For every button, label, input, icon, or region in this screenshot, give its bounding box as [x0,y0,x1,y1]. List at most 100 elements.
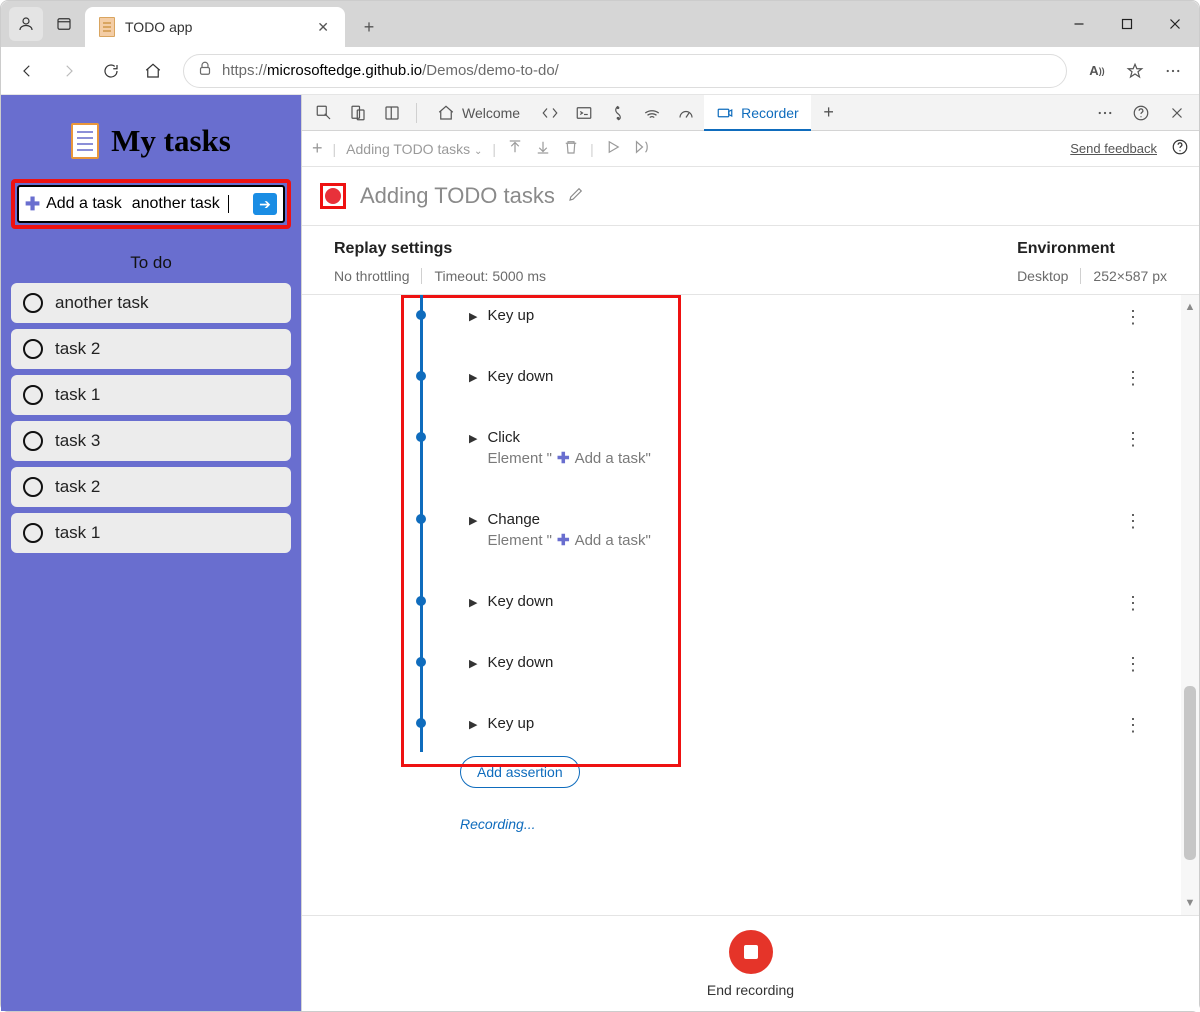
step-item[interactable]: ▶ Key down ⋮ [423,368,1181,429]
more-tabs-button[interactable]: + [813,99,845,127]
add-assertion-button[interactable]: Add assertion [460,756,580,788]
step-menu-icon[interactable]: ⋮ [1124,654,1143,675]
settings-menu-icon[interactable] [1155,53,1191,89]
checkbox-icon[interactable] [23,477,43,497]
devtools-close-button[interactable] [1161,99,1193,127]
new-tab-button[interactable]: + [353,11,385,43]
step-item[interactable]: ▶ Click Element "✚ Add a task" ⋮ [423,429,1181,511]
new-recording-button[interactable]: + [312,138,323,159]
console-icon[interactable] [568,99,600,127]
scroll-up-icon[interactable]: ▲ [1183,299,1198,315]
step-menu-icon[interactable]: ⋮ [1124,429,1143,450]
send-feedback-link[interactable]: Send feedback [1070,141,1157,156]
step-menu-icon[interactable]: ⋮ [1124,593,1143,614]
expand-icon[interactable]: ▶ [469,432,477,445]
step-menu-icon[interactable]: ⋮ [1124,307,1143,328]
step-item[interactable]: ▶ Key up ⋮ [423,715,1181,752]
step-label: Key up [487,307,534,324]
network-icon[interactable] [636,99,668,127]
end-recording-button[interactable] [729,930,773,974]
tab-actions-icon[interactable] [47,7,81,41]
timeout-value[interactable]: Timeout: 5000 ms [434,268,546,284]
site-info-icon[interactable] [196,60,214,82]
app-title: My tasks [111,123,231,159]
expand-icon[interactable]: ▶ [469,371,477,384]
expand-icon[interactable]: ▶ [469,310,477,323]
step-label: Click [487,429,650,446]
address-bar[interactable]: https://microsoftedge.github.io/Demos/de… [183,54,1067,88]
delete-icon[interactable] [562,138,580,159]
step-icon[interactable] [632,138,650,159]
expand-icon[interactable]: ▶ [469,514,477,527]
text-cursor [228,195,229,213]
step-item[interactable]: ▶ Key up ⋮ [423,307,1181,368]
refresh-button[interactable] [93,53,129,89]
task-item[interactable]: task 2 [11,329,291,369]
tab-welcome[interactable]: Welcome [425,95,532,131]
checkbox-icon[interactable] [23,385,43,405]
checkbox-icon[interactable] [23,339,43,359]
tab-recorder[interactable]: Recorder [704,95,811,131]
expand-icon[interactable]: ▶ [469,657,477,670]
step-item[interactable]: ▶ Key down ⋮ [423,593,1181,654]
task-item[interactable]: another task [11,283,291,323]
device-toggle-icon[interactable] [342,99,374,127]
scroll-thumb[interactable] [1184,686,1196,860]
tab-close-button[interactable]: ✕ [311,15,335,40]
task-item[interactable]: task 3 [11,421,291,461]
task-item[interactable]: task 1 [11,375,291,415]
favorite-icon[interactable] [1117,53,1153,89]
performance-icon[interactable] [670,99,702,127]
task-label: task 1 [55,523,100,543]
inspect-icon[interactable] [308,99,340,127]
add-task-input[interactable]: ✚ Add a task another task ➔ [17,185,285,223]
export-icon[interactable] [506,138,524,159]
checkbox-icon[interactable] [23,523,43,543]
checkbox-icon[interactable] [23,431,43,451]
script-dropdown[interactable]: Adding TODO tasks ⌄ [346,141,482,157]
scroll-down-icon[interactable]: ▼ [1183,895,1198,911]
window-maximize-button[interactable] [1103,1,1151,47]
window-close-button[interactable] [1151,1,1199,47]
task-label: task 1 [55,385,100,405]
throttling-value[interactable]: No throttling [334,268,409,284]
replay-icon[interactable] [604,138,622,159]
step-label: Key down [487,368,553,385]
step-element: Element "✚ Add a task" [487,449,650,467]
home-button[interactable] [135,53,171,89]
expand-icon[interactable]: ▶ [469,596,477,609]
step-label: Key up [487,715,534,732]
task-item[interactable]: task 2 [11,467,291,507]
step-element: Element "✚ Add a task" [487,531,650,549]
step-menu-icon[interactable]: ⋮ [1124,368,1143,389]
back-button[interactable] [9,53,45,89]
submit-task-button[interactable]: ➔ [253,193,277,215]
checkbox-icon[interactable] [23,293,43,313]
step-item[interactable]: ▶ Change Element "✚ Add a task" ⋮ [423,511,1181,593]
window-minimize-button[interactable] [1055,1,1103,47]
elements-icon[interactable] [534,99,566,127]
recording-title: Adding TODO tasks [360,183,555,209]
step-item[interactable]: ▶ Key down ⋮ [423,654,1181,715]
url-text: https://microsoftedge.github.io/Demos/de… [222,62,559,79]
import-icon[interactable] [534,138,552,159]
sources-icon[interactable] [602,99,634,127]
expand-icon[interactable]: ▶ [469,718,477,731]
tab-favicon-icon [99,17,115,37]
dock-icon[interactable] [376,99,408,127]
help-icon[interactable] [1125,99,1157,127]
add-task-value: another task [132,195,220,213]
devtools-more-icon[interactable] [1089,99,1121,127]
add-task-highlight: ✚ Add a task another task ➔ [11,179,291,229]
task-item[interactable]: task 1 [11,513,291,553]
edit-title-icon[interactable] [567,183,585,209]
profile-icon[interactable] [9,7,43,41]
toolbar-help-icon[interactable] [1171,138,1189,159]
scrollbar[interactable]: ▲ ▼ [1181,295,1199,915]
step-menu-icon[interactable]: ⋮ [1124,511,1143,532]
step-menu-icon[interactable]: ⋮ [1124,715,1143,736]
read-aloud-icon[interactable]: A)) [1079,53,1115,89]
todo-section-title: To do [11,253,291,273]
browser-tab[interactable]: TODO app ✕ [85,7,345,47]
env-size: 252×587 px [1093,268,1167,284]
